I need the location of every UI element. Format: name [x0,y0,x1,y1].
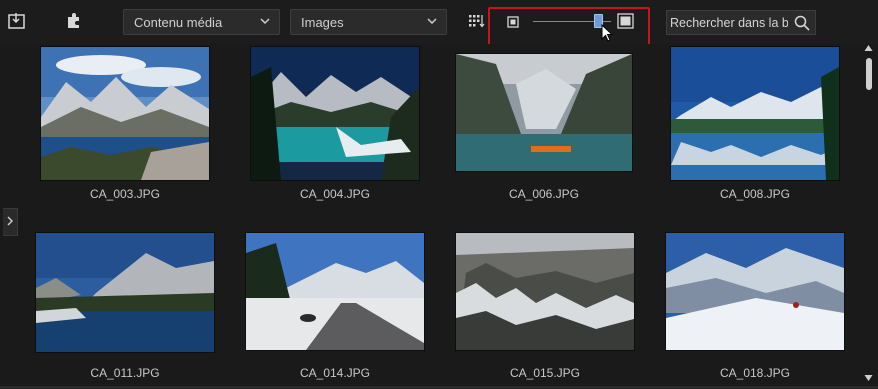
search-input[interactable] [670,11,788,34]
expand-panel-toggle[interactable] [3,208,18,236]
media-filename: CA_011.JPG [90,366,160,380]
media-thumbnail[interactable] [246,233,424,350]
small-thumbnail-icon[interactable] [507,15,519,33]
media-tile[interactable]: CA_015.JPG [456,233,636,383]
media-thumbnail[interactable] [671,47,839,180]
content-filter-value: Contenu média [134,14,223,30]
media-library-grid: CA_003.JPG CA_004.JPG CA_006.JPG CA_008.… [3,44,861,386]
media-thumbnail[interactable] [41,47,209,180]
media-filename: CA_018.JPG [719,366,791,380]
media-tile[interactable]: CA_003.JPG [41,47,211,209]
media-thumbnail[interactable] [666,233,844,350]
chevron-right-icon [6,216,14,229]
puzzle-plugin-icon[interactable] [61,8,87,34]
type-filter-value: Images [301,14,344,30]
media-filename: CA_004.JPG [299,187,371,201]
media-filename: CA_015.JPG [509,366,581,380]
chevron-down-icon [426,15,438,30]
import-folder-icon[interactable] [4,8,30,34]
media-tile[interactable]: CA_008.JPG [671,47,841,209]
scroll-up-arrow-icon[interactable] [864,44,873,54]
type-filter-dropdown[interactable]: Images [290,9,447,35]
media-filename: CA_003.JPG [89,187,161,201]
media-tile[interactable]: CA_014.JPG [246,233,426,383]
media-thumbnail[interactable] [456,54,632,171]
content-filter-dropdown[interactable]: Contenu média [123,9,280,35]
scroll-down-arrow-icon[interactable] [864,374,873,384]
media-thumbnail[interactable] [251,47,419,180]
media-tile[interactable]: CA_011.JPG [36,233,216,383]
scrollbar-thumb[interactable] [866,58,872,90]
media-thumbnail[interactable] [36,233,214,352]
large-thumbnail-icon[interactable] [617,13,634,34]
media-thumbnail[interactable] [456,233,634,350]
media-tile[interactable]: CA_006.JPG [456,54,634,209]
chevron-down-icon [259,15,271,30]
vertical-scrollbar[interactable] [861,44,876,358]
media-filename: CA_008.JPG [719,187,791,201]
media-tile[interactable]: CA_004.JPG [251,47,421,209]
media-filename: CA_014.JPG [299,366,371,380]
media-tile[interactable]: CA_018.JPG [666,233,846,383]
search-icon[interactable] [793,14,811,34]
library-search-box[interactable] [666,10,816,35]
sort-grid-icon[interactable] [463,8,489,34]
media-filename: CA_006.JPG [508,187,580,201]
library-toolbar: Contenu média Images [0,0,878,49]
